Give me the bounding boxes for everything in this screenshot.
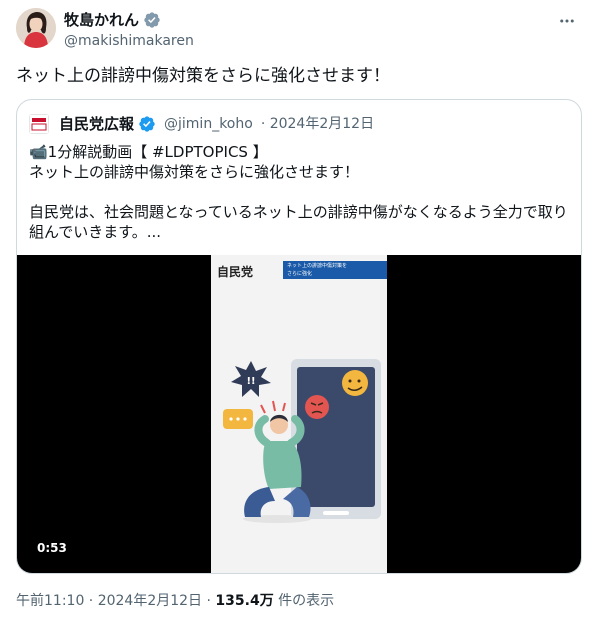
view-count: 135.4万 [215,593,274,609]
quoted-tweet-body: 📹1分解説動画【 #LDPTOPICS 】 ネット上の誹謗中傷対策をさらに強化さ… [29,142,574,242]
quoted-text-line2: ネット上の誹謗中傷対策をさらに強化させます！ [29,163,360,181]
quoted-tweet-header: 自民党広報 @jimin_koho · 2024年2月12日 [29,114,374,134]
quoted-handle[interactable]: @jimin_koho [164,114,253,134]
tweet-header: 牧島かれん @makishimakaren [16,8,582,52]
view-count-label: 件の表示 [273,593,335,609]
video-duration: 0:53 [37,541,67,555]
author-handle[interactable]: @makishimakaren [64,31,194,51]
author-name-row[interactable]: 牧島かれん [64,10,194,30]
author-display-name[interactable]: 牧島かれん [64,10,139,30]
verified-badge-icon[interactable] [143,11,161,29]
svg-text:!!: !! [246,376,255,387]
quoted-text-line1: 📹1分解説動画【 #LDPTOPICS 】 [29,143,268,161]
video-player[interactable]: 自民党 ネット上の誹謗中傷対策を さらに強化 !! 0:53 [17,255,581,573]
video-thumbnail[interactable]: 自民党 ネット上の誹謗中傷対策を さらに強化 !! [211,255,387,573]
tweet-text: ネット上の誹謗中傷対策をさらに強化させます！ [16,66,390,86]
quoted-text-line3: 自民党は、社会問題となっているネット上の誹謗中傷がなくなるよう全力で取り組んでい… [29,203,568,241]
quoted-tweet[interactable]: 自民党広報 @jimin_koho · 2024年2月12日 📹1分解説動画【 … [16,99,582,574]
quoted-display-name[interactable]: 自民党広報 [59,114,134,134]
more-options-icon[interactable] [554,8,580,34]
video-illustration: !! [223,359,381,523]
party-logo-icon[interactable] [29,114,49,134]
avatar[interactable] [16,8,56,48]
tweet-footer: 午前11:10 · 2024年2月12日 · 135.4万 件の表示 [16,591,334,611]
tweet-timestamp[interactable]: 午前11:10 · 2024年2月12日 · [16,593,215,609]
quoted-date[interactable]: · 2024年2月12日 [261,114,374,134]
verified-badge-icon[interactable] [138,115,156,133]
